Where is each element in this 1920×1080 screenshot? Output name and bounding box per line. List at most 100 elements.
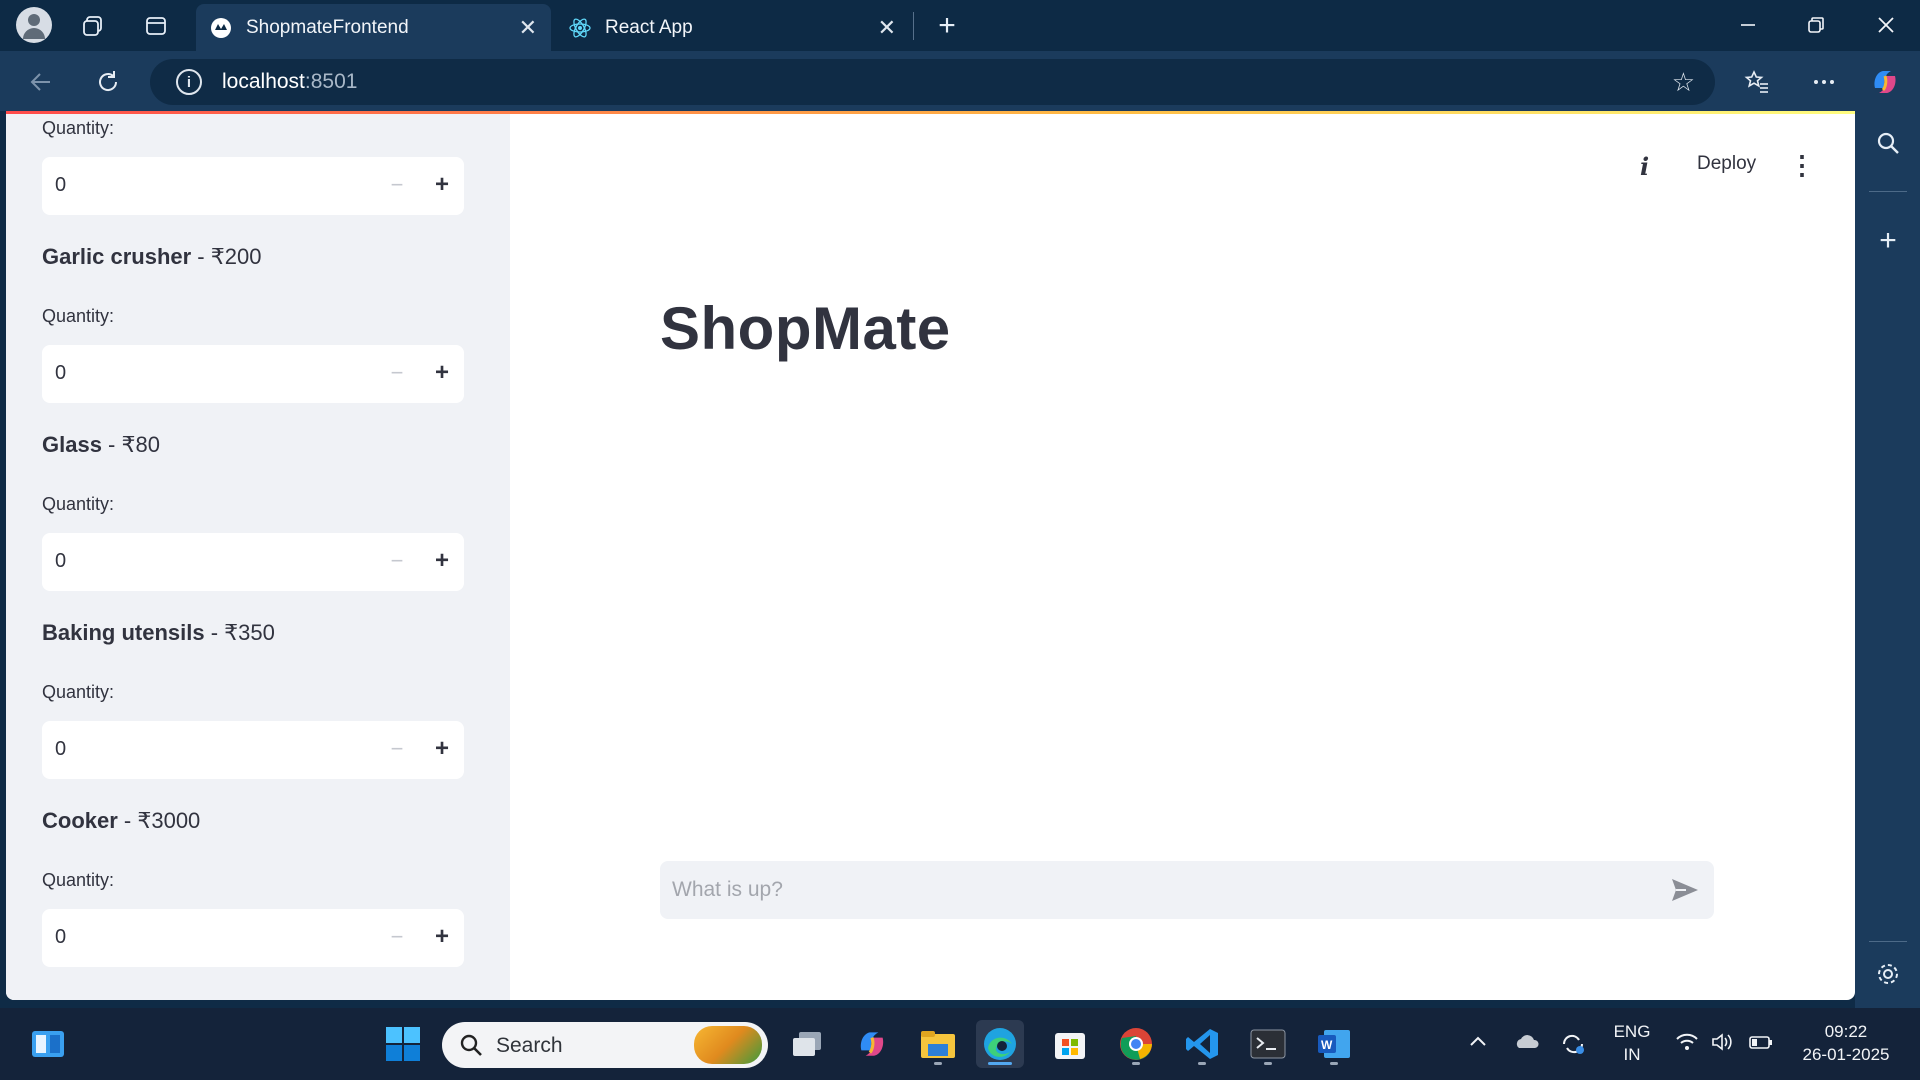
copilot-app-icon[interactable] (848, 1020, 896, 1068)
minimize-icon[interactable] (1733, 10, 1763, 40)
vscode-icon[interactable] (1178, 1020, 1226, 1068)
sidebar-separator (1869, 941, 1907, 942)
increment-button[interactable]: + (427, 546, 457, 576)
start-icon[interactable] (379, 1020, 427, 1068)
language-indicator[interactable]: ENG IN (1610, 1022, 1654, 1065)
quantity-label: Quantity: (42, 682, 115, 702)
workspaces-icon[interactable] (78, 11, 108, 41)
increment-button[interactable]: + (427, 922, 457, 952)
quantity-label: Quantity: (42, 870, 115, 890)
edge-sidebar: + (1855, 111, 1920, 1008)
microsoft-store-icon[interactable] (1046, 1020, 1094, 1068)
search-icon[interactable] (1871, 126, 1905, 160)
copilot-icon[interactable] (1868, 65, 1902, 99)
streamlit-favicon-icon (210, 17, 232, 39)
product-title: Cooker - ₹3000 (42, 808, 200, 834)
svg-text:W: W (1321, 1038, 1333, 1052)
running-indicator (1132, 1062, 1140, 1065)
search-icon (460, 1034, 482, 1056)
widgets-icon[interactable] (24, 1020, 72, 1068)
url-host: localhost (222, 70, 305, 93)
page-viewport: Quantity: 0 − + Garlic crusher - ₹200 Qu… (6, 111, 1855, 1000)
quantity-value[interactable]: 0 (55, 174, 66, 197)
running-indicator (934, 1062, 942, 1065)
taskbar-search[interactable]: Search (442, 1022, 768, 1068)
product-name: Glass (42, 432, 102, 457)
info-icon[interactable]: i (1640, 152, 1649, 181)
product-name: Garlic crusher (42, 244, 192, 269)
refresh-icon[interactable] (91, 65, 125, 99)
tab-actions-icon[interactable] (141, 11, 171, 41)
tab-shopmatefrontend[interactable]: ShopmateFrontend ✕ (196, 4, 551, 51)
quantity-stepper[interactable]: 0 − + (42, 721, 464, 779)
increment-button[interactable]: + (427, 358, 457, 388)
back-icon[interactable] (24, 65, 58, 99)
address-bar[interactable]: i localhost :8501 ☆ (150, 59, 1715, 105)
settings-gear-icon[interactable] (1871, 957, 1905, 991)
tab-separator (913, 12, 914, 40)
decrement-button[interactable]: − (382, 734, 412, 764)
battery-icon[interactable] (1748, 1032, 1774, 1058)
running-indicator (988, 1062, 1012, 1065)
profile-icon[interactable] (16, 7, 52, 43)
wifi-icon[interactable] (1675, 1032, 1699, 1058)
quantity-stepper[interactable]: 0 − + (42, 157, 464, 215)
react-favicon-icon (569, 17, 591, 39)
increment-button[interactable]: + (427, 170, 457, 200)
language-code: ENG (1613, 1022, 1651, 1041)
quantity-value[interactable]: 0 (55, 550, 66, 573)
decrement-button[interactable]: − (382, 170, 412, 200)
quantity-value[interactable]: 0 (55, 362, 66, 385)
clock-date: 26-01-2025 (1802, 1045, 1890, 1064)
product-price: - ₹350 (204, 620, 275, 645)
add-icon[interactable]: + (1871, 224, 1905, 258)
product-name: Baking utensils (42, 620, 205, 645)
restore-icon[interactable] (1801, 10, 1831, 40)
search-label: Search (496, 1034, 563, 1057)
browser-titlebar: ShopmateFrontend ✕ React App ✕ + (0, 0, 1920, 51)
url-port: :8501 (304, 70, 358, 93)
onedrive-icon[interactable] (1514, 1032, 1540, 1058)
volume-icon[interactable] (1710, 1032, 1734, 1058)
favorites-icon[interactable] (1740, 65, 1774, 99)
new-tab-icon[interactable]: + (932, 9, 962, 42)
more-options-icon[interactable] (1807, 65, 1841, 99)
edge-browser-icon[interactable] (976, 1020, 1024, 1068)
word-icon[interactable]: W (1310, 1020, 1358, 1068)
sync-icon[interactable] (1560, 1032, 1586, 1062)
streamlit-sidebar[interactable]: Quantity: 0 − + Garlic crusher - ₹200 Qu… (6, 114, 510, 1000)
favorite-star-icon[interactable]: ☆ (1672, 67, 1695, 98)
site-info-icon[interactable]: i (176, 69, 202, 95)
close-tab-icon[interactable]: ✕ (878, 15, 896, 41)
quantity-stepper[interactable]: 0 − + (42, 533, 464, 591)
deploy-button[interactable]: Deploy (1697, 153, 1756, 175)
send-icon[interactable] (1668, 873, 1702, 907)
file-explorer-icon[interactable] (914, 1020, 962, 1068)
product-name: Cooker (42, 808, 118, 833)
decrement-button[interactable]: − (382, 546, 412, 576)
decrement-button[interactable]: − (382, 358, 412, 388)
increment-button[interactable]: + (427, 734, 457, 764)
chat-input[interactable] (672, 871, 1632, 909)
quantity-label: Quantity: (42, 118, 115, 138)
tab-react-app[interactable]: React App ✕ (555, 4, 910, 51)
terminal-icon[interactable] (1244, 1020, 1292, 1068)
decrement-button[interactable]: − (382, 922, 412, 952)
task-view-icon[interactable] (783, 1020, 831, 1068)
quantity-stepper[interactable]: 0 − + (42, 909, 464, 967)
quantity-value[interactable]: 0 (55, 738, 66, 761)
tab-title: React App (605, 16, 693, 38)
chrome-icon[interactable] (1112, 1020, 1160, 1068)
close-window-icon[interactable] (1871, 10, 1901, 40)
quantity-label: Quantity: (42, 494, 115, 514)
quantity-value[interactable]: 0 (55, 926, 66, 949)
main-menu-icon[interactable]: ⋮ (1789, 150, 1815, 180)
chat-input-container[interactable] (660, 861, 1714, 919)
search-highlight-image (694, 1026, 762, 1064)
show-hidden-icons-icon[interactable] (1468, 1032, 1488, 1058)
quantity-stepper[interactable]: 0 − + (42, 345, 464, 403)
clock[interactable]: 09:22 26-01-2025 (1790, 1022, 1902, 1065)
close-tab-icon[interactable]: ✕ (519, 15, 537, 41)
product-title: Glass - ₹80 (42, 432, 160, 458)
streamlit-main: i Deploy ⋮ ShopMate (510, 114, 1855, 1000)
